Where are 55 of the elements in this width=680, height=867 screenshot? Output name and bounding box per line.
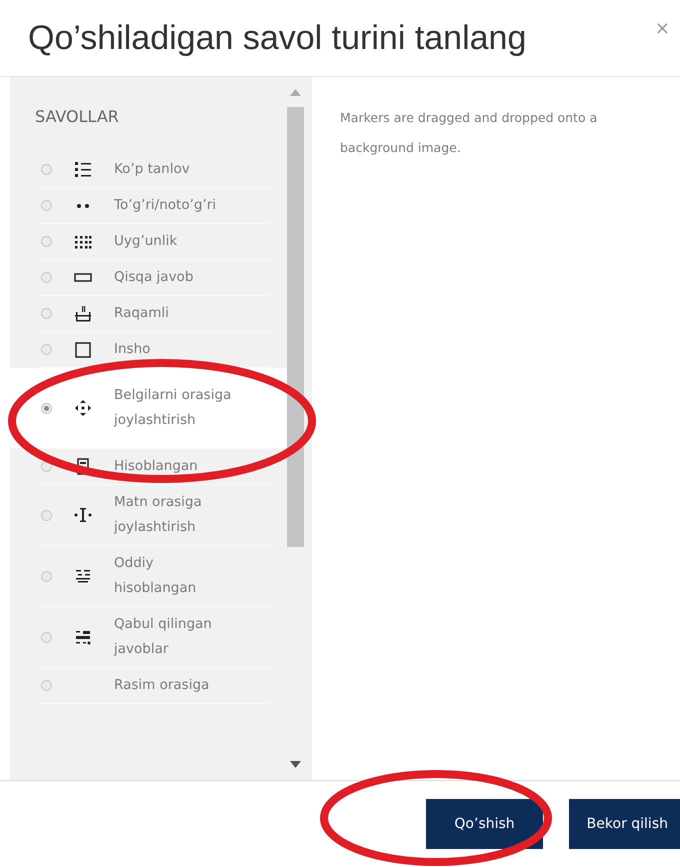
- question-type-label: Qisqa javob: [114, 268, 194, 287]
- scrollbar-thumb[interactable]: [287, 107, 304, 547]
- list-row[interactable]: Oddiy hisoblangan: [10, 546, 288, 606]
- list-row[interactable]: Matn orasiga joylashtirish: [10, 485, 288, 545]
- question-type-label: Rasim orasiga: [114, 676, 210, 695]
- description-text: Markers are dragged and dropped onto a background image.: [339, 109, 598, 157]
- list-row[interactable]: Raqamli: [10, 296, 288, 331]
- question-type-label: Matn orasiga joylashtirish: [114, 493, 203, 537]
- close-button[interactable]: ×: [654, 18, 670, 39]
- radio-button[interactable]: [41, 510, 52, 520]
- radio-button[interactable]: [41, 200, 52, 211]
- radio-button[interactable]: [41, 308, 52, 319]
- radio-button[interactable]: [41, 236, 52, 247]
- question-type-label: Oddiy hisoblangan: [114, 554, 198, 598]
- question-type-label: Qabul qilingan javoblar: [114, 615, 213, 659]
- grid-icon: [74, 234, 92, 248]
- list-row[interactable]: Insho: [10, 332, 288, 367]
- radio-button[interactable]: [41, 402, 52, 414]
- ruler-icon: [75, 305, 91, 322]
- stacked-lines-icon: [75, 569, 91, 583]
- list-row[interactable]: To’g’ri/noto’g’ri: [10, 188, 288, 223]
- radio-button[interactable]: [41, 272, 52, 283]
- question-type-label: Hisoblangan: [114, 457, 199, 476]
- radio-button[interactable]: [41, 344, 52, 355]
- dialog-title: Qo’shiladigan savol turini tanlang: [28, 18, 526, 58]
- question-type-label: Belgilarni orasiga joylashtirish: [114, 386, 232, 430]
- list-heading: SAVOLLAR: [34, 106, 120, 126]
- rectangle-icon: [74, 273, 92, 282]
- dots-icon: [76, 202, 90, 208]
- question-type-label: Ko’p tanlov: [114, 160, 191, 179]
- vertical-arrows-icon: [74, 507, 92, 523]
- cancel-button[interactable]: Bekor qilish: [568, 799, 680, 849]
- radio-button[interactable]: [41, 632, 52, 642]
- square-icon: [75, 342, 91, 358]
- list-row[interactable]: Rasim orasiga: [10, 668, 288, 703]
- list-row[interactable]: Qabul qilingan javoblar: [10, 607, 288, 667]
- list-row[interactable]: Uyg’unlik: [10, 224, 288, 259]
- calculator-icon: [77, 458, 89, 475]
- radio-button[interactable]: [41, 680, 52, 691]
- scroll-down-icon[interactable]: [290, 761, 301, 768]
- question-type-label: Uyg’unlik: [114, 232, 178, 251]
- add-button[interactable]: Qo’shish: [426, 799, 543, 849]
- list-row[interactable]: Ko’p tanlov: [10, 152, 288, 187]
- question-type-label: To’g’ri/noto’g’ri: [114, 196, 218, 215]
- list-row[interactable]: Qisqa javob: [10, 260, 288, 295]
- scroll-up-icon[interactable]: [290, 89, 301, 96]
- question-type-label: Insho: [114, 340, 152, 359]
- four-arrows-icon: [74, 399, 92, 417]
- question-type-label: Raqamli: [114, 304, 170, 323]
- selected-list-row[interactable]: Belgilarni orasiga joylashtirish: [10, 368, 288, 448]
- list-row[interactable]: Hisoblangan: [10, 449, 288, 484]
- list-icon: [74, 161, 92, 178]
- radio-button[interactable]: [41, 164, 52, 175]
- radio-button[interactable]: [41, 570, 52, 582]
- blocks-icon: [75, 630, 91, 644]
